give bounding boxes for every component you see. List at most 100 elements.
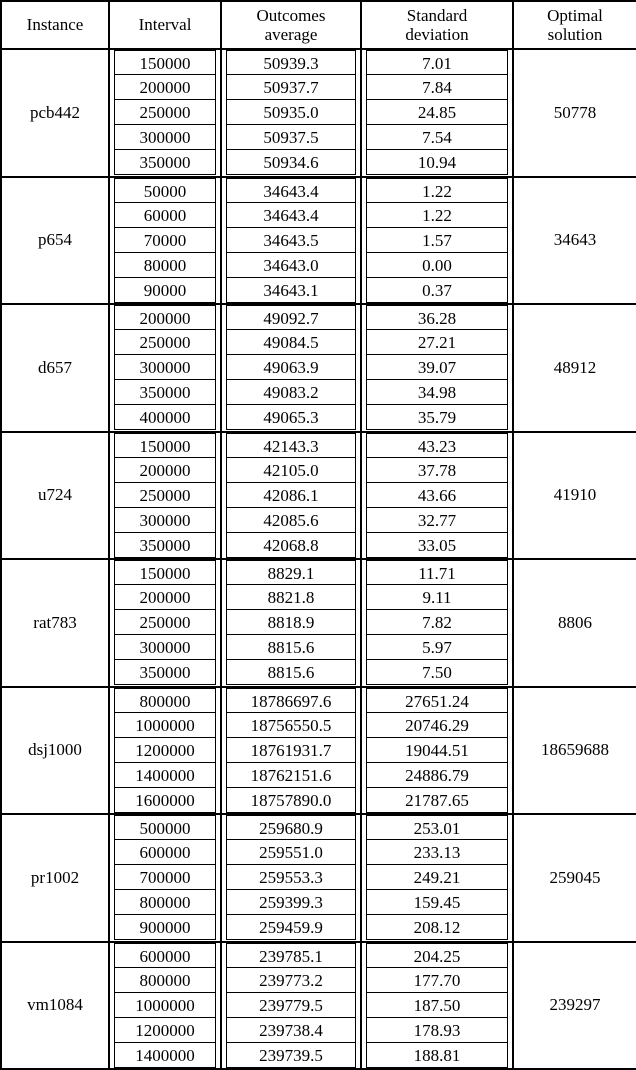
data-cell-avg: 34643.1 [226,277,356,303]
column-header-outcomes-average-line1: Outcomes [256,5,326,25]
data-cell-avg: 259459.9 [226,915,356,940]
data-cell-avg: 18757890.0 [226,787,356,813]
data-cell-std: 7.50 [366,660,508,685]
data-cell-interval: 900000 [114,915,216,940]
sub-column-interval: 600000 800000 1000000 1200000 1400000 [109,941,221,1070]
data-cell-interval: 1000000 [114,992,216,1018]
sub-column-stack: 43.23 37.78 43.66 32.77 33.05 [366,432,508,558]
column-header-instance-label: Instance [26,15,84,35]
instance-group-row: vm1084 600000 800000 1000000 1200000 1400000 2… [0,940,636,1070]
results-table: Instance Interval Outcomes average Stand… [0,0,636,1070]
data-cell-avg: 42085.6 [226,507,356,533]
optimal-solution-cell: 259045 [512,813,636,943]
sub-column-stack: 150000 200000 250000 300000 350000 [114,432,216,558]
sub-column-stack: 600000 800000 1000000 1200000 1400000 [114,942,216,1068]
data-cell-avg: 239785.1 [226,942,356,968]
data-cell-avg: 50934.6 [226,150,356,175]
data-cell-std: 20746.29 [366,712,508,738]
data-cell-interval: 60000 [114,202,216,228]
instance-name-cell: vm1084 [0,940,110,1070]
data-cell-avg: 18756550.5 [226,712,356,738]
header-row: Instance Interval Outcomes average Stand… [0,0,636,50]
data-cell-interval: 150000 [114,432,216,458]
sub-column-avg: 42143.3 42105.0 42086.1 42085.6 42068.8 [220,431,361,560]
column-header-optimal-solution-line1: Optimal [547,5,603,25]
sub-column-std: 36.28 27.21 39.07 34.98 35.79 [360,304,513,433]
data-cell-avg: 8818.9 [226,610,356,635]
data-cell-interval: 200000 [114,585,216,610]
optimal-solution-cell: 50778 [512,48,636,178]
data-cell-std: 208.12 [366,915,508,940]
data-cell-std: 7.84 [366,75,508,100]
optimal-solution-cell: 34643 [512,175,636,305]
column-header-optimal-solution-line2: solution [547,25,603,44]
data-cell-avg: 239739.5 [226,1042,356,1068]
data-cell-std: 7.54 [366,125,508,150]
data-cell-avg: 49092.7 [226,305,356,330]
data-cell-interval: 150000 [114,560,216,585]
data-cell-std: 188.81 [366,1042,508,1068]
column-header-standard-deviation: Standard deviation [360,0,514,50]
data-cell-std: 35.79 [366,405,508,430]
data-cell-std: 24886.79 [366,762,508,788]
sub-column-interval: 150000 200000 250000 300000 350000 [109,559,221,688]
sub-column-avg: 49092.7 49084.5 49063.9 49083.2 49065.3 [220,304,361,433]
sub-column-stack: 150000 200000 250000 300000 350000 [114,50,216,175]
data-cell-interval: 200000 [114,75,216,100]
data-cell-std: 1.22 [366,202,508,228]
data-cell-avg: 49083.2 [226,380,356,405]
data-cell-avg: 34643.4 [226,177,356,203]
sub-column-stack: 34643.4 34643.4 34643.5 34643.0 34643.1 [226,177,356,303]
data-cell-std: 43.23 [366,432,508,458]
data-cell-interval: 1200000 [114,1017,216,1043]
instance-group-row: p654 50000 60000 70000 80000 90000 34643.4 3464… [0,175,636,305]
sub-column-avg: 239785.1 239773.2 239779.5 239738.4 239739.5 [220,941,361,1070]
data-cell-std: 33.05 [366,532,508,558]
data-cell-interval: 1400000 [114,1042,216,1068]
instance-group-row: dsj1000 800000 1000000 1200000 1400000 160000… [0,685,636,815]
data-cell-avg: 49084.5 [226,330,356,355]
data-cell-avg: 50935.0 [226,100,356,125]
data-cell-interval: 50000 [114,177,216,203]
data-cell-interval: 1600000 [114,787,216,813]
sub-column-interval: 50000 60000 70000 80000 90000 [109,176,221,305]
table-body: pcb442 150000 200000 250000 300000 350000 5093… [0,48,636,1070]
data-cell-std: 187.50 [366,992,508,1018]
instance-name-cell: rat783 [0,558,110,688]
data-cell-std: 11.71 [366,560,508,585]
sub-column-avg: 34643.4 34643.4 34643.5 34643.0 34643.1 [220,176,361,305]
column-header-interval-label: Interval [138,15,192,35]
data-cell-avg: 259553.3 [226,865,356,890]
data-cell-std: 204.25 [366,942,508,968]
instance-name-cell: u724 [0,430,110,560]
optimal-solution-cell: 18659688 [512,685,636,815]
table-header: Instance Interval Outcomes average Stand… [0,0,636,50]
data-cell-std: 34.98 [366,380,508,405]
sub-column-stack: 36.28 27.21 39.07 34.98 35.79 [366,305,508,430]
instance-name-cell: p654 [0,175,110,305]
instance-group-row: u724 150000 200000 250000 300000 350000 42143.… [0,430,636,560]
data-cell-avg: 50939.3 [226,50,356,75]
sub-column-avg: 18786697.6 18756550.5 18761931.7 18762151.6… [220,686,361,815]
data-cell-std: 233.13 [366,840,508,865]
sub-column-interval: 500000 600000 700000 800000 900000 [109,814,221,943]
data-cell-interval: 70000 [114,227,216,253]
data-cell-interval: 250000 [114,330,216,355]
sub-column-std: 43.23 37.78 43.66 32.77 33.05 [360,431,513,560]
data-cell-avg: 42105.0 [226,457,356,483]
data-cell-std: 159.45 [366,890,508,915]
sub-column-stack: 1.22 1.22 1.57 0.00 0.37 [366,177,508,303]
data-cell-avg: 49063.9 [226,355,356,380]
data-cell-avg: 8829.1 [226,560,356,585]
sub-column-stack: 259680.9 259551.0 259553.3 259399.3 259459.9 [226,815,356,940]
column-header-interval: Interval [108,0,222,50]
data-cell-interval: 1200000 [114,737,216,763]
data-cell-avg: 259680.9 [226,815,356,840]
data-cell-avg: 8815.6 [226,660,356,685]
data-cell-std: 178.93 [366,1017,508,1043]
data-cell-interval: 350000 [114,380,216,405]
sub-column-std: 7.01 7.84 24.85 7.54 10.94 [360,49,513,178]
data-cell-std: 43.66 [366,482,508,508]
instance-name-cell: d657 [0,303,110,433]
data-cell-avg: 42068.8 [226,532,356,558]
